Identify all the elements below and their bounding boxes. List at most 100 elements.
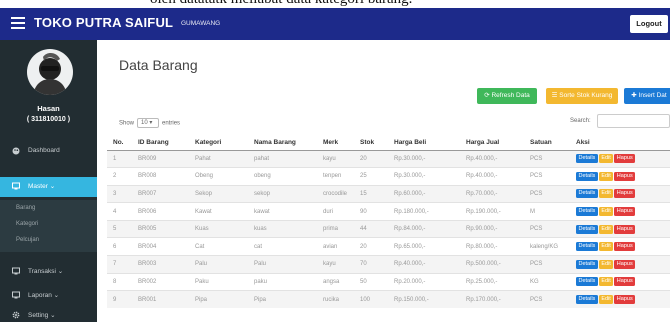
edit-button[interactable]: Edit: [598, 224, 614, 234]
sort-stock-button[interactable]: ☰ Sorte Stok Kurang: [546, 88, 618, 104]
entries-select[interactable]: 10 ▾: [137, 118, 160, 128]
edit-button[interactable]: Edit: [598, 171, 614, 181]
details-button[interactable]: Details: [576, 242, 598, 252]
column-header[interactable]: Satuan: [524, 136, 570, 151]
table-row: 3 BR007 Sekop sekop crocodile 15 Rp.60.000,- Rp…: [107, 184, 670, 203]
edit-button[interactable]: Edit: [598, 242, 614, 252]
table-cell: cat: [248, 237, 317, 256]
delete-button[interactable]: Hapus: [614, 207, 636, 217]
edit-button[interactable]: Edit: [598, 207, 614, 217]
menu-toggle-icon[interactable]: [11, 17, 25, 29]
actions-cell: Details Edit Hapus: [570, 272, 670, 291]
table-cell: 5: [107, 219, 132, 238]
column-header[interactable]: Harga Beli: [388, 136, 460, 151]
details-button[interactable]: Details: [576, 154, 598, 164]
actions-cell: Details Edit Hapus: [570, 149, 670, 168]
table-cell: 2: [107, 167, 132, 186]
sidebar-item-pelcujan[interactable]: Pelcujan: [16, 237, 39, 243]
edit-button[interactable]: Edit: [598, 189, 614, 199]
sidebar-item-transaksi[interactable]: Transaksi ⌄: [0, 262, 97, 280]
delete-button[interactable]: Hapus: [614, 189, 636, 199]
top-navbar: TOKO PUTRA SAIFUL GUMAWANG Logout: [0, 8, 670, 40]
search-input[interactable]: [597, 114, 670, 128]
table-cell: angsa: [317, 272, 354, 291]
delete-button[interactable]: Hapus: [614, 224, 636, 234]
column-header[interactable]: Nama Barang: [248, 136, 317, 151]
palette-icon: [12, 147, 20, 155]
details-button[interactable]: Details: [576, 277, 598, 287]
table-cell: BR001: [132, 290, 189, 309]
sidebar-item-setting[interactable]: Setting ⌄: [0, 306, 97, 322]
sidebar-item-dashboard[interactable]: Dashboard: [0, 142, 97, 160]
table-cell: KG: [524, 272, 570, 291]
details-button[interactable]: Details: [576, 259, 598, 269]
document-caption: oleh datatatk meliabat data kategori bar…: [0, 0, 670, 8]
column-header[interactable]: Kategori: [189, 136, 248, 151]
details-button[interactable]: Details: [576, 207, 598, 217]
refresh-icon: ⟳: [484, 92, 490, 99]
delete-button[interactable]: Hapus: [614, 277, 636, 287]
table-cell: Kawat: [189, 202, 248, 221]
table-cell: Rp.500.000,-: [460, 255, 524, 274]
table-cell: 25: [354, 167, 388, 186]
table-cell: kawat: [248, 202, 317, 221]
details-button[interactable]: Details: [576, 224, 598, 234]
column-header[interactable]: Harga Jual: [460, 136, 524, 151]
column-header[interactable]: No.: [107, 136, 132, 151]
details-button[interactable]: Details: [576, 171, 598, 181]
table-cell: 3: [107, 184, 132, 203]
delete-button[interactable]: Hapus: [614, 171, 636, 181]
delete-button[interactable]: Hapus: [614, 295, 636, 305]
table-cell: Rp.30.000,-: [388, 167, 460, 186]
table-cell: Rp.20.000,-: [388, 272, 460, 291]
delete-button[interactable]: Hapus: [614, 154, 636, 164]
table-row: 9 BR001 Pipa Pipa rucika 100 Rp.150.000,- Rp.17…: [107, 290, 670, 309]
chevron-down-icon: ⌄: [53, 292, 60, 299]
sidebar-item-label: Laporan ⌄: [28, 292, 60, 299]
refresh-data-button[interactable]: ⟳ Refresh Data: [477, 88, 537, 104]
table-cell: crocodile: [317, 184, 354, 203]
column-header[interactable]: Merk: [317, 136, 354, 151]
actions-cell: Details Edit Hapus: [570, 167, 670, 186]
insert-data-button[interactable]: ✚ Insert Dat: [624, 88, 670, 104]
details-button[interactable]: Details: [576, 295, 598, 305]
column-header[interactable]: Stok: [354, 136, 388, 151]
delete-button[interactable]: Hapus: [614, 242, 636, 252]
table-cell: avian: [317, 237, 354, 256]
edit-button[interactable]: Edit: [598, 154, 614, 164]
table-cell: 4: [107, 202, 132, 221]
caption-text: oleh datatatk meliabat data kategori bar…: [150, 0, 412, 8]
table-cell: Rp.40.000,-: [388, 255, 460, 274]
logout-button[interactable]: Logout: [630, 15, 668, 33]
table-header-row: No. ID Barang Kategori Nama Barang Merk Stok H…: [107, 136, 670, 151]
table-cell: kayu: [317, 255, 354, 274]
table-cell: 90: [354, 202, 388, 221]
edit-button[interactable]: Edit: [598, 277, 614, 287]
table-cell: Rp.40.000,-: [460, 149, 524, 168]
table-cell: M: [524, 202, 570, 221]
table-cell: PCS: [524, 149, 570, 168]
edit-button[interactable]: Edit: [598, 295, 614, 305]
table-cell: PCS: [524, 167, 570, 186]
table-cell: pahat: [248, 149, 317, 168]
table-cell: paku: [248, 272, 317, 291]
table-cell: BR006: [132, 202, 189, 221]
edit-button[interactable]: Edit: [598, 259, 614, 269]
table-cell: PCS: [524, 184, 570, 203]
details-button[interactable]: Details: [576, 189, 598, 199]
table-cell: BR002: [132, 272, 189, 291]
brand-title: TOKO PUTRA SAIFUL: [34, 15, 174, 30]
table-cell: 100: [354, 290, 388, 309]
sidebar-item-label: Setting ⌄: [28, 312, 56, 319]
sidebar-item-laporan[interactable]: Laporan ⌄: [0, 286, 97, 304]
column-header[interactable]: ID Barang: [132, 136, 189, 151]
table-cell: obeng: [248, 167, 317, 186]
table-cell: Rp.150.000,-: [388, 290, 460, 309]
sidebar-item-barang[interactable]: Barang: [16, 205, 35, 211]
table-cell: Obeng: [189, 167, 248, 186]
delete-button[interactable]: Hapus: [614, 259, 636, 269]
page-title: Data Barang: [119, 57, 198, 73]
sidebar-item-master[interactable]: Master ⌄: [0, 177, 97, 197]
master-submenu: Barang Kategori Pelcujan: [0, 200, 97, 252]
sidebar-item-kategori[interactable]: Kategori: [16, 221, 38, 227]
